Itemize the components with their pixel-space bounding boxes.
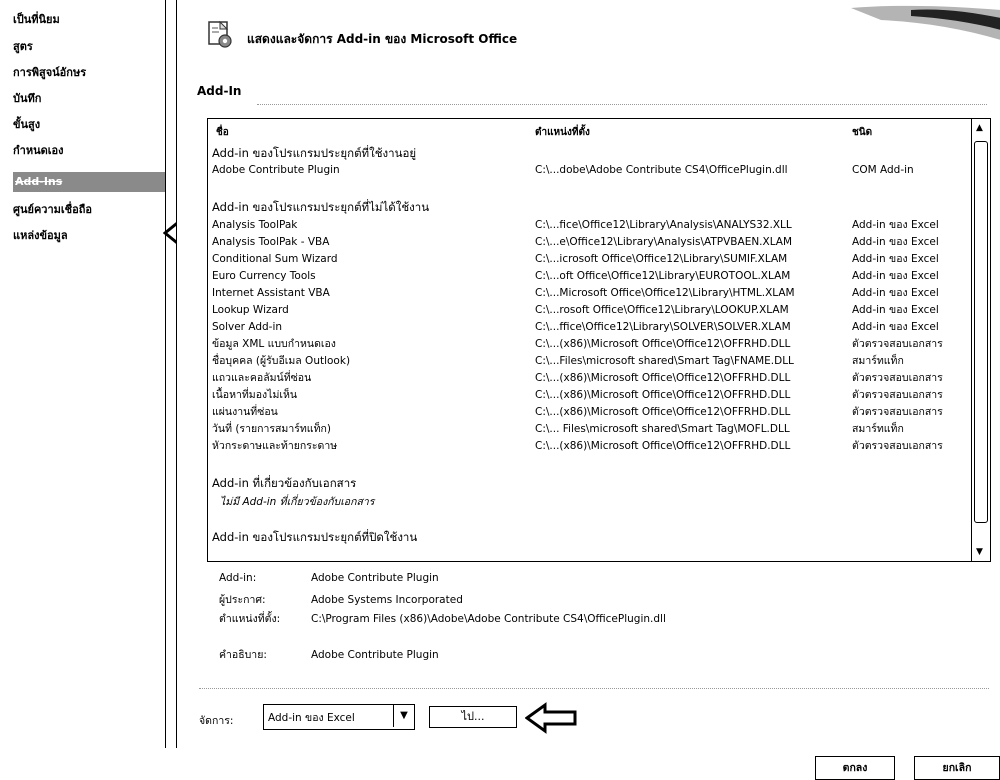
- row-name: ชื่อบุคคล (ผู้รับอีเมล Outlook): [212, 355, 351, 367]
- detail-publisher: ผู้ประกาศ: Adobe Systems Incorporated: [219, 591, 463, 608]
- row-location: C:\...oft Office\Office12\Library\EUROTO…: [535, 270, 791, 282]
- detail-description-value: Adobe Contribute Plugin: [311, 649, 439, 661]
- row-name: แผ่นงานที่ซ่อน: [212, 406, 278, 418]
- sidebar-item-formulas[interactable]: สูตร: [13, 37, 33, 55]
- section-divider: [257, 104, 987, 105]
- row-name: Internet Assistant VBA: [212, 287, 330, 299]
- manage-select-value: Add-in ของ Excel: [268, 712, 355, 724]
- row-location: C:\...(x86)\Microsoft Office\Office12\OF…: [535, 389, 791, 401]
- detail-description-label: คำอธิบาย:: [219, 649, 267, 661]
- group-header-inactive: Add-in ของโปรแกรมประยุกต์ที่ไม่ได้ใช้งาน: [212, 200, 430, 214]
- row-name: Analysis ToolPak - VBA: [212, 236, 330, 248]
- row-location: C:\...icrosoft Office\Office12\Library\S…: [535, 253, 788, 265]
- row-name: หัวกระดาษและท้ายกระดาษ: [212, 440, 338, 452]
- row-type: สมาร์ทแท็ก: [852, 423, 904, 435]
- row-location: C:\...(x86)\Microsoft Office\Office12\OF…: [535, 372, 791, 384]
- row-type: Add-in ของ Excel: [852, 236, 939, 248]
- row-type: Add-in ของ Excel: [852, 304, 939, 316]
- row-type: สมาร์ทแท็ก: [852, 355, 904, 367]
- decorative-swoosh: [851, 5, 1000, 40]
- row-name: Analysis ToolPak: [212, 219, 298, 231]
- detail-description: คำอธิบาย: Adobe Contribute Plugin: [219, 646, 439, 663]
- row-type: ตัวตรวจสอบเอกสาร: [852, 372, 943, 384]
- addin-gear-icon: [208, 20, 232, 48]
- group-header-disabled: Add-in ของโปรแกรมประยุกต์ที่ปิดใช้งาน: [212, 530, 418, 544]
- section-title: Add-In: [197, 84, 242, 98]
- detail-publisher-value: Adobe Systems Incorporated: [311, 594, 463, 606]
- row-location: C:\...e\Office12\Library\Analysis\ATPVBA…: [535, 236, 793, 248]
- chevron-down-icon[interactable]: ▼: [393, 705, 414, 727]
- row-location: C:\...Microsoft Office\Office12\Library\…: [535, 287, 795, 299]
- row-type: Add-in ของ Excel: [852, 321, 939, 333]
- row-type: Add-in ของ Excel: [852, 219, 939, 231]
- detail-addin: Add-in: Adobe Contribute Plugin: [219, 572, 439, 584]
- row-name: Euro Currency Tools: [212, 270, 316, 282]
- row-type: COM Add-in: [852, 164, 914, 176]
- page-title: แสดงและจัดการ Add-in ของ Microsoft Offic…: [247, 32, 518, 46]
- detail-publisher-label: ผู้ประกาศ:: [219, 594, 266, 606]
- main-panel: แสดงและจัดการ Add-in ของ Microsoft Offic…: [176, 0, 1000, 748]
- footer-divider: [199, 688, 989, 689]
- row-type: ตัวตรวจสอบเอกสาร: [852, 338, 943, 350]
- row-name: Lookup Wizard: [212, 304, 289, 316]
- column-header-type[interactable]: ชนิด: [852, 125, 872, 140]
- detail-location-value: C:\Program Files (x86)\Adobe\Adobe Contr…: [311, 613, 666, 625]
- detail-location: ตำแหน่งที่ตั้ง: C:\Program Files (x86)\Ad…: [219, 610, 666, 627]
- row-location: C:\...(x86)\Microsoft Office\Office12\OF…: [535, 440, 791, 452]
- row-location: C:\...(x86)\Microsoft Office\Office12\OF…: [535, 406, 791, 418]
- sidebar-item-save[interactable]: บันทึก: [13, 89, 41, 107]
- scroll-up-icon[interactable]: ▲: [976, 123, 983, 133]
- scroll-thumb[interactable]: [974, 141, 988, 523]
- sidebar-item-trust-center[interactable]: ศูนย์ความเชื่อถือ: [13, 200, 92, 218]
- row-name: Adobe Contribute Plugin: [212, 164, 340, 176]
- go-button[interactable]: ไป...: [429, 706, 517, 728]
- detail-location-label: ตำแหน่งที่ตั้ง:: [219, 613, 281, 625]
- row-name: ข้อมูล XML แบบกำหนดเอง: [212, 338, 336, 350]
- manage-select[interactable]: Add-in ของ Excel ▼: [263, 704, 415, 730]
- row-name: เนื้อหาที่มองไม่เห็น: [212, 389, 298, 401]
- group-header-document: Add-in ที่เกี่ยวข้องกับเอกสาร: [212, 476, 357, 490]
- row-type: Add-in ของ Excel: [852, 287, 939, 299]
- sidebar-item-resources[interactable]: แหล่งข้อมูล: [13, 226, 68, 244]
- group-empty-note: ไม่มี Add-in ที่เกี่ยวข้องกับเอกสาร: [220, 496, 375, 508]
- cancel-button[interactable]: ยกเลิก: [914, 756, 1000, 780]
- row-name: วันที่ (รายการสมาร์ทแท็ก): [212, 423, 331, 435]
- detail-addin-label: Add-in:: [219, 572, 257, 584]
- row-location: C:\...Files\microsoft shared\Smart Tag\F…: [535, 355, 794, 367]
- sidebar-item-popular[interactable]: เป็นที่นิยม: [13, 10, 60, 28]
- row-location: C:\...rosoft Office\Office12\Library\LOO…: [535, 304, 789, 316]
- column-header-name[interactable]: ชื่อ: [216, 125, 229, 140]
- row-type: Add-in ของ Excel: [852, 270, 939, 282]
- sidebar-item-proofing[interactable]: การพิสูจน์อักษร: [13, 63, 86, 81]
- row-name: Conditional Sum Wizard: [212, 253, 338, 265]
- row-type: ตัวตรวจสอบเอกสาร: [852, 389, 943, 401]
- list-scrollbar[interactable]: ▲ ▼: [971, 119, 990, 561]
- row-name: แถวและคอลัมน์ที่ซ่อน: [212, 372, 312, 384]
- row-name: Solver Add-in: [212, 321, 283, 333]
- row-location: C:\...dobe\Adobe Contribute CS4\OfficePl…: [535, 164, 788, 176]
- row-type: Add-in ของ Excel: [852, 253, 939, 265]
- arrow-left-icon: [525, 702, 577, 734]
- sidebar-item-advanced[interactable]: ขั้นสูง: [13, 115, 40, 133]
- row-location: C:\...(x86)\Microsoft Office\Office12\OF…: [535, 338, 791, 350]
- addin-list[interactable]: ชื่อ ตำแหน่งที่ตั้ง ชนิด Add-in ของโปรแก…: [207, 118, 991, 562]
- row-location: C:\...fice\Office12\Library\Analysis\ANA…: [535, 219, 792, 231]
- row-location: C:\...ffice\Office12\Library\SOLVER\SOLV…: [535, 321, 791, 333]
- scroll-down-icon[interactable]: ▼: [976, 547, 983, 557]
- row-type: ตัวตรวจสอบเอกสาร: [852, 406, 943, 418]
- group-header-active: Add-in ของโปรแกรมประยุกต์ที่ใช้งานอยู่: [212, 146, 417, 160]
- sidebar-item-addins[interactable]: Add-Ins: [13, 172, 165, 192]
- column-header-location[interactable]: ตำแหน่งที่ตั้ง: [535, 125, 590, 140]
- manage-label: จัดการ:: [199, 715, 234, 727]
- sidebar-nav: เป็นที่นิยม สูตร การพิสูจน์อักษร บันทึก …: [0, 0, 166, 748]
- detail-addin-value: Adobe Contribute Plugin: [311, 572, 439, 584]
- sidebar-item-customize[interactable]: กำหนดเอง: [13, 141, 64, 159]
- row-type: ตัวตรวจสอบเอกสาร: [852, 440, 943, 452]
- ok-button[interactable]: ตกลง: [815, 756, 895, 780]
- row-location: C:\... Files\microsoft shared\Smart Tag\…: [535, 423, 790, 435]
